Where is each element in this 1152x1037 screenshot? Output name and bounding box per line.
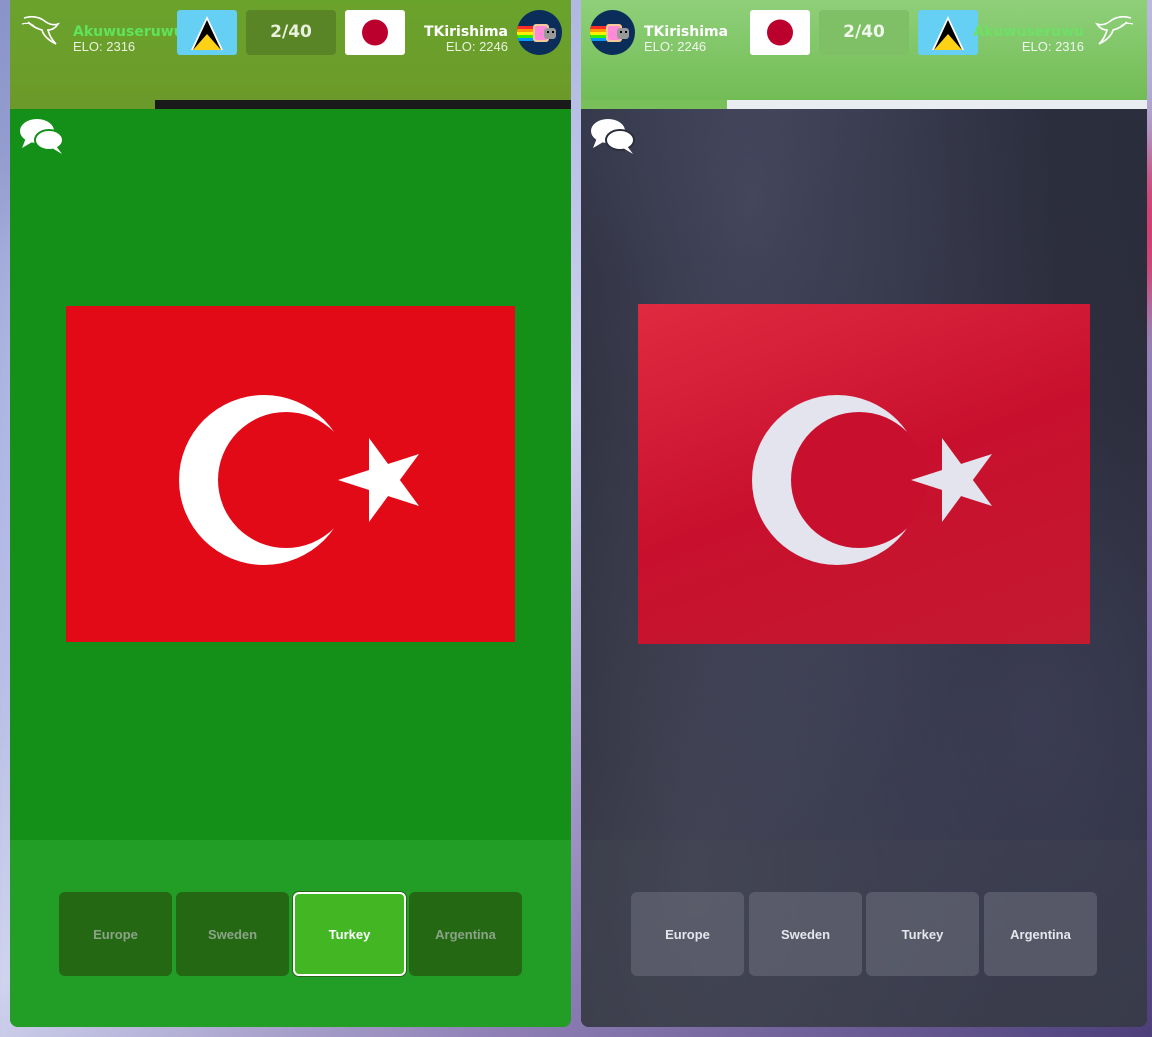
answer-button-sweden[interactable]: Sweden bbox=[176, 892, 289, 976]
player-name: TKirishima bbox=[644, 24, 729, 40]
player-elo: ELO: 2246 bbox=[644, 39, 707, 54]
answer-button-turkey[interactable]: Turkey bbox=[293, 892, 406, 976]
score-total: 40 bbox=[861, 22, 885, 42]
left-header: Akuwuseruwu ELO: 2316 2/40 TKirishima EL… bbox=[10, 0, 571, 100]
turkey-flag-question bbox=[638, 304, 1090, 644]
score-current: 2 bbox=[843, 22, 855, 42]
answer-button-turkey[interactable]: Turkey bbox=[866, 892, 979, 976]
saint-lucia-flag bbox=[918, 10, 978, 55]
answer-button-europe[interactable]: Europe bbox=[631, 892, 744, 976]
japan-flag bbox=[345, 10, 405, 55]
turkey-flag-question bbox=[66, 306, 515, 642]
left-game-panel: Akuwuseruwu ELO: 2316 2/40 TKirishima EL… bbox=[10, 0, 571, 1027]
opponent-elo: ELO: 2316 bbox=[1021, 39, 1084, 54]
player-elo: ELO: 2316 bbox=[73, 39, 136, 54]
saint-lucia-flag bbox=[177, 10, 237, 55]
japan-flag bbox=[750, 10, 810, 55]
answer-button-argentina[interactable]: Argentina bbox=[984, 892, 1097, 976]
right-game-panel: TKirishima ELO: 2246 2/40 Akuwuseruwu EL… bbox=[581, 0, 1147, 1027]
chat-bubbles-icon[interactable] bbox=[589, 116, 637, 156]
score-counter: 2/40 bbox=[819, 10, 909, 55]
opponent-name: TKirishima bbox=[423, 24, 508, 40]
answer-area: Europe Sweden Turkey Argentina bbox=[581, 840, 1147, 1027]
progress-bar bbox=[10, 100, 571, 109]
player-name: Akuwuseruwu bbox=[73, 24, 184, 40]
score-current: 2 bbox=[270, 22, 282, 42]
progress-bar bbox=[581, 100, 1147, 109]
opponent-elo: ELO: 2246 bbox=[445, 39, 508, 54]
answer-button-argentina[interactable]: Argentina bbox=[409, 892, 522, 976]
answer-area: Europe Sweden Turkey Argentina bbox=[10, 840, 571, 1027]
answer-button-europe[interactable]: Europe bbox=[59, 892, 172, 976]
opponent-name: Akuwuseruwu bbox=[973, 24, 1084, 40]
progress-fill bbox=[10, 100, 155, 109]
answer-button-sweden[interactable]: Sweden bbox=[749, 892, 862, 976]
dragon-logo-icon bbox=[21, 15, 60, 45]
progress-fill bbox=[581, 100, 728, 109]
score-counter: 2/40 bbox=[246, 10, 336, 55]
dragon-logo-icon bbox=[1095, 15, 1134, 45]
score-total: 40 bbox=[288, 22, 312, 42]
chat-bubbles-icon[interactable] bbox=[18, 116, 66, 156]
nyan-cat-avatar bbox=[590, 10, 635, 55]
nyan-cat-avatar bbox=[517, 10, 562, 55]
right-header: TKirishima ELO: 2246 2/40 Akuwuseruwu EL… bbox=[581, 0, 1147, 100]
